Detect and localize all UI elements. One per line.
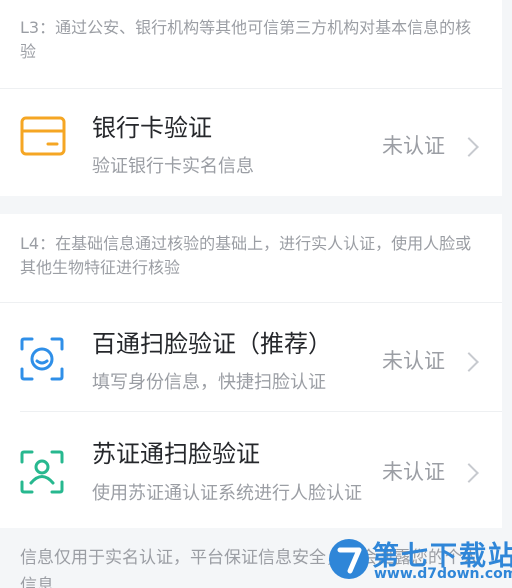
section-gap — [0, 196, 502, 214]
face-scan-icon — [20, 337, 64, 381]
right-edge — [502, 0, 512, 588]
l4-description: L4：在基础信息通过核验的基础上，进行实人认证，使用人脸或其他生物特征进行核验 — [0, 232, 502, 302]
bank-card-verify-subtitle: 验证银行卡实名信息 — [92, 156, 254, 177]
l3-description: L3：通过公安、银行机构等其他可信第三方机构对基本信息的核验 — [0, 16, 502, 88]
baitong-face-verify-status: 未认证 — [382, 349, 445, 373]
suzhengtong-face-verify-subtitle: 使用苏证通认证系统进行人脸认证 — [92, 483, 362, 504]
bank-card-verify-status: 未认证 — [382, 134, 445, 158]
bank-card-icon — [20, 116, 66, 156]
chevron-right-icon — [459, 463, 479, 483]
suzhengtong-face-verify-title: 苏证通扫脸验证 — [92, 440, 260, 468]
person-scan-icon — [20, 450, 64, 494]
watermark-logo-icon — [329, 539, 369, 579]
suzhengtong-face-verify-status: 未认证 — [382, 460, 445, 484]
baitong-face-verify-item[interactable]: 百通扫脸验证（推荐） 填写身份信息，快捷扫脸认证 未认证 — [0, 303, 502, 411]
bank-card-verify-item[interactable]: 银行卡验证 验证银行卡实名信息 未认证 — [0, 89, 502, 196]
chevron-right-icon — [459, 137, 479, 157]
bank-card-verify-title: 银行卡验证 — [92, 114, 212, 142]
watermark: 第七下载站 www.d7down.com — [322, 528, 512, 588]
suzhengtong-face-verify-item[interactable]: 苏证通扫脸验证 使用苏证通认证系统进行人脸认证 未认证 — [0, 412, 502, 517]
watermark-url: www.d7down.com — [374, 566, 512, 582]
baitong-face-verify-subtitle: 填写身份信息，快捷扫脸认证 — [92, 372, 326, 393]
chevron-right-icon — [459, 352, 479, 372]
baitong-face-verify-title: 百通扫脸验证（推荐） — [92, 330, 332, 358]
